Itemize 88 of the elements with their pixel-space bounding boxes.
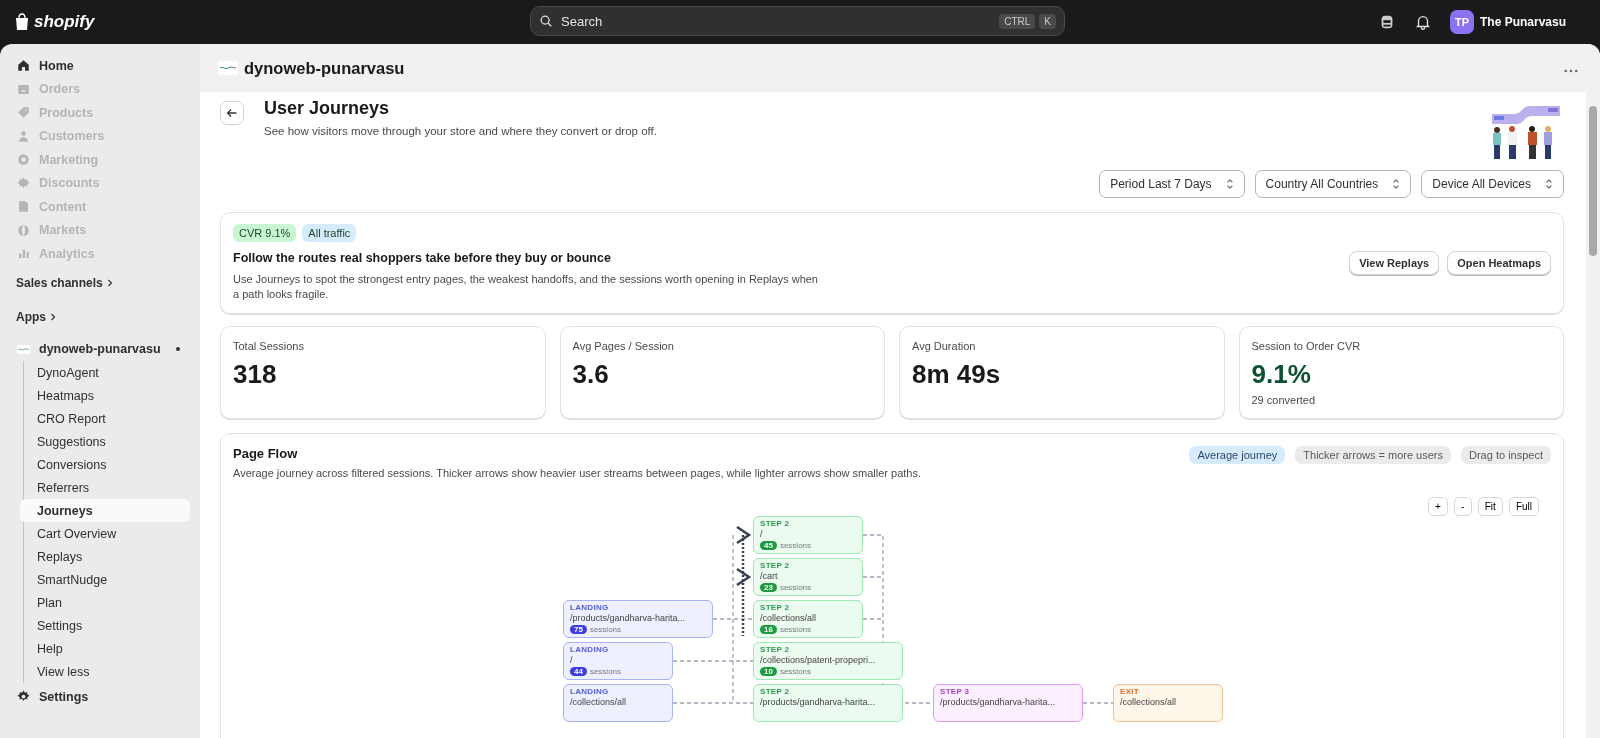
scrollbar[interactable] [1586,92,1600,738]
chip[interactable]: Drag to inspect [1461,446,1551,464]
flow-node[interactable]: STEP 3 /products/gandharva-harita... [933,684,1083,722]
card-title: Follow the routes real shoppers take before they buy or bounce [233,250,612,265]
zoom-control-button[interactable]: + [1427,497,1448,516]
search-icon [539,14,553,28]
stat-value: 3.6 [572,359,610,390]
stat-note: 29 converted [1251,394,1317,406]
nav-item[interactable]: Home [10,54,190,78]
nav-icon [16,152,31,168]
shopping-bag-icon [14,13,30,31]
nav-subitem[interactable]: Plan [20,591,190,614]
chip[interactable]: Average journey [1189,446,1286,464]
nav-subitem[interactable]: Suggestions [20,430,190,453]
back-button[interactable] [220,101,244,125]
section-link[interactable]: Apps [10,299,190,334]
stat-label: Session to Order CVR [1251,340,1362,352]
nav-subitem[interactable]: Settings [20,614,190,637]
flow-node[interactable]: STEP 2 /cart 23 sessions [753,558,863,596]
app-logo-icon [218,58,238,78]
nav-icon [16,128,31,144]
flow-node[interactable]: STEP 2 /collections/patent-propepri... 10 sessions [753,642,903,680]
stat-label: Avg Pages / Session [572,340,675,352]
nav-subitem[interactable]: Journeys [20,499,190,522]
keyboard-key: K [1039,13,1056,29]
account-menu[interactable]: TP The Punarvasu [1449,10,1566,34]
flow-node[interactable]: LANDING / 44 sessions [563,642,673,680]
card-description: Average journey across filtered sessions. Thicker arrows show heavier user streams between pages, while lighter arrows show smaller paths. [233,467,921,479]
nav-subitem[interactable]: Referrers [20,476,190,499]
flow-node[interactable]: STEP 2 /collections/all 16 sessions [753,600,863,638]
chevron-updown-icon [1392,178,1401,190]
action-button[interactable]: View Replays [1349,251,1440,275]
stat-label: Avg Duration [912,340,977,352]
chevron-updown-icon [1225,178,1234,190]
nav-subitem[interactable]: View less [20,660,190,683]
badge: All traffic [302,223,357,242]
page-subtitle: See how visitors move through your store and where they convert or drop off. [264,125,657,137]
flow-node[interactable]: STEP 2 /products/gandharva-harita... [753,684,903,722]
zoom-control-button[interactable]: - [1453,497,1472,516]
card-description: Use Journeys to spot the strongest entry pages, the weakest handoffs, and the sessions worth opening in Replays when a path looks fragile. [233,271,819,302]
nav-subitem[interactable]: CRO Report [20,407,190,430]
nav-subitem[interactable]: DynoAgent [20,361,190,384]
chevron-right-icon [50,312,56,321]
action-button[interactable]: Open Heatmaps [1447,251,1551,275]
search-input[interactable]: Search [559,12,994,30]
nav-subitem[interactable]: SmartNudge [20,568,190,591]
stat-value: 8m 49s [912,359,1002,390]
flow-node[interactable]: STEP 2 / 45 sessions [753,516,863,554]
nav-subitem[interactable]: Replays [20,545,190,568]
nav-subitem[interactable]: Conversions [20,453,190,476]
filter-select[interactable]: Device All Devices [1421,170,1564,198]
search-bar[interactable]: Search CTRL K [530,6,1065,36]
nav-icon [16,58,31,74]
avatar: TP [1449,10,1474,34]
zoom-control-button[interactable]: Fit [1477,497,1503,516]
filter-select[interactable]: Country All Countries [1254,170,1412,198]
connector-line [1082,702,1113,704]
nav-icon [16,222,31,238]
card-title: Page Flow [233,446,299,461]
app-nav-item[interactable]: dynoweb-punarvasu [10,337,190,361]
user-name: The Punarvasu [1479,15,1566,29]
nav-subitem[interactable]: Cart Overview [20,522,190,545]
stat-value: 9.1% [1251,359,1312,390]
more-icon [1564,68,1578,73]
flow-node[interactable]: EXIT /collections/all [1113,684,1223,722]
back-arrow-icon [225,106,239,120]
shopify-logo[interactable]: shopify [14,12,95,32]
nav-subitem[interactable]: Help [20,637,190,660]
stat-label: Total Sessions [233,340,305,352]
page-title: User Journeys [264,98,391,119]
nav-icon [16,199,31,215]
badge: CVR 9.1% [233,223,297,242]
nav-subitem[interactable]: Heatmaps [20,384,190,407]
chevron-updown-icon [1545,178,1553,190]
flow-node[interactable]: LANDING /collections/all [563,684,673,722]
app-title: dynoweb-punarvasu [244,58,405,78]
flow-node[interactable]: LANDING /products/gandharva-harita... 75 sessions [563,600,713,638]
keyboard-key: CTRL [999,13,1036,29]
stat-value: 318 [233,359,278,390]
nav-item[interactable]: Settings [10,685,190,709]
nav-icon [16,175,31,191]
chevron-right-icon [106,278,113,287]
nav-icon [16,105,31,121]
filter-select[interactable]: Period Last 7 Days [1099,170,1245,198]
section-link[interactable]: Sales channels [10,265,190,300]
status-dot [176,347,180,352]
zoom-control-button[interactable]: Full [1508,497,1539,516]
chip[interactable]: Thicker arrows = more users [1295,446,1451,464]
